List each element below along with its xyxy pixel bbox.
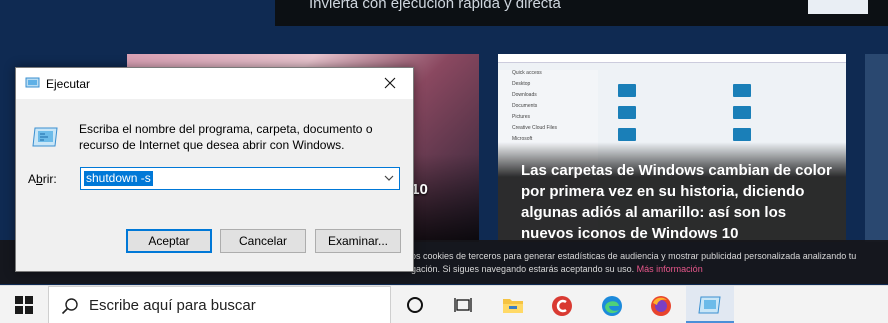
- list-item: Quick access: [512, 70, 542, 76]
- folder-icon: [733, 84, 751, 97]
- edge-icon: [602, 296, 622, 316]
- run-icon: [32, 127, 58, 147]
- open-label: Abrir:: [28, 172, 57, 186]
- folder-icon: [733, 128, 751, 141]
- browse-button[interactable]: Examinar...: [315, 229, 401, 253]
- cancel-button[interactable]: Cancelar: [220, 229, 306, 253]
- ccleaner-button[interactable]: [538, 286, 586, 323]
- run-icon: [698, 296, 721, 314]
- dialog-description: Escriba el nombre del programa, carpeta,…: [79, 122, 373, 152]
- search-placeholder: Escribe aquí para buscar: [89, 297, 256, 314]
- more-info-link[interactable]: Más información: [637, 264, 703, 274]
- task-view-button[interactable]: [440, 286, 488, 323]
- run-dialog: Ejecutar Escriba el nombre del programa,…: [15, 67, 414, 272]
- cortana-icon: [407, 297, 423, 313]
- run-taskbar-button[interactable]: [686, 286, 734, 323]
- command-value: shutdown -s: [84, 171, 153, 186]
- top-banner[interactable]: Invierta con ejecución rápida y directa: [275, 0, 888, 26]
- title-bar[interactable]: Ejecutar: [16, 68, 413, 99]
- article-card-right[interactable]: Quick access Desktop Downloads Documents…: [498, 54, 846, 242]
- windows-logo-icon: [15, 296, 33, 314]
- list-item: Creative Cloud Files: [512, 125, 558, 131]
- folder-icon: [618, 84, 636, 97]
- article-title[interactable]: Las carpetas de Windows cambian de color…: [521, 160, 841, 242]
- search-icon: [61, 298, 78, 315]
- article-card-edge[interactable]: [865, 54, 888, 242]
- close-button[interactable]: [367, 68, 413, 99]
- cortana-button[interactable]: [392, 286, 440, 323]
- edge-button[interactable]: [588, 286, 636, 323]
- list-item: Desktop: [512, 81, 531, 87]
- close-icon: [384, 77, 396, 89]
- list-item: Documents: [512, 103, 538, 109]
- dialog-title: Ejecutar: [46, 77, 91, 91]
- ok-button[interactable]: Aceptar: [126, 229, 212, 253]
- taskbar: Escribe aquí para buscar: [0, 285, 888, 323]
- list-item: Pictures: [512, 114, 531, 120]
- task-view-icon: [454, 298, 472, 312]
- cookie-text: gación. Si sigues navegando estarás acep…: [411, 264, 635, 274]
- chevron-down-icon: [384, 175, 394, 181]
- ccleaner-icon: [552, 296, 572, 316]
- file-explorer-button[interactable]: [489, 286, 537, 323]
- command-input[interactable]: shutdown -s: [80, 167, 400, 190]
- cookie-text: os cookies de terceros para generar esta…: [411, 251, 857, 261]
- banner-text: Invierta con ejecución rápida y directa: [309, 0, 561, 12]
- run-icon: [25, 77, 40, 88]
- list-item: Downloads: [512, 92, 537, 98]
- folder-icon: [618, 106, 636, 119]
- folder-icon: [733, 106, 751, 119]
- dialog-body: Escriba el nombre del programa, carpeta,…: [16, 99, 413, 271]
- firefox-icon: [651, 296, 671, 316]
- folder-icon: [618, 128, 636, 141]
- banner-dismiss[interactable]: [808, 0, 868, 14]
- search-box[interactable]: Escribe aquí para buscar: [48, 286, 391, 323]
- firefox-button[interactable]: [637, 286, 685, 323]
- start-button[interactable]: [0, 286, 48, 323]
- file-explorer-icon: [503, 299, 523, 313]
- dropdown-button[interactable]: [381, 170, 397, 187]
